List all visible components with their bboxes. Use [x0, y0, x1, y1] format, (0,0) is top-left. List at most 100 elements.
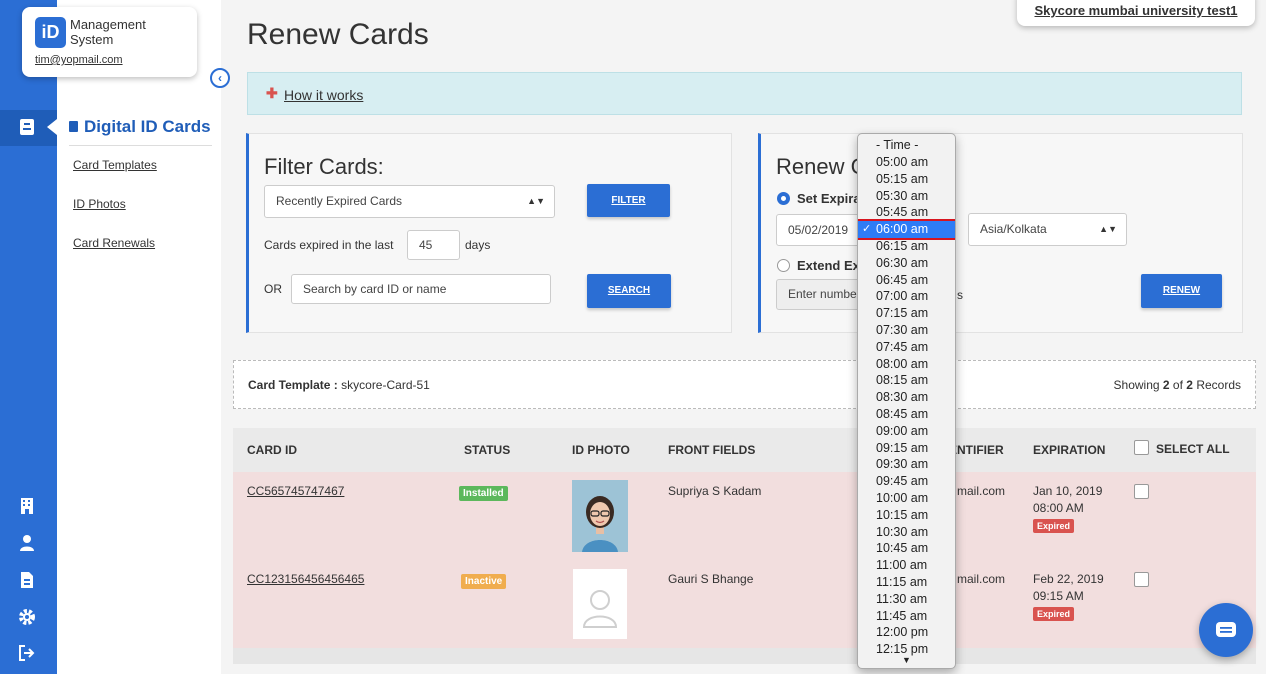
- collapse-sidebar-button[interactable]: ‹: [210, 68, 230, 88]
- template-value: skycore-Card-51: [341, 378, 430, 392]
- time-option[interactable]: 08:30 am: [858, 389, 955, 406]
- time-option[interactable]: 09:00 am: [858, 423, 955, 440]
- time-option[interactable]: 05:15 am: [858, 171, 955, 188]
- or-label: OR: [264, 282, 282, 296]
- header-select-all[interactable]: SELECT ALL: [1156, 442, 1230, 456]
- timezone-value: Asia/Kolkata: [980, 222, 1047, 236]
- timezone-select[interactable]: Asia/Kolkata ▲▼: [968, 213, 1127, 246]
- time-option[interactable]: 10:45 am: [858, 540, 955, 557]
- organization-link[interactable]: Skycore mumbai university test1: [1017, 0, 1255, 26]
- time-option[interactable]: 10:15 am: [858, 507, 955, 524]
- time-option[interactable]: 12:00 pm: [858, 624, 955, 641]
- expiration-date: Jan 10, 2019: [1033, 484, 1103, 498]
- time-option[interactable]: 06:45 am: [858, 272, 955, 289]
- header-expiration[interactable]: EXPIRATION: [1033, 443, 1105, 457]
- time-option[interactable]: 08:00 am: [858, 356, 955, 373]
- status-badge: Inactive: [461, 574, 507, 589]
- time-option[interactable]: 11:45 am: [858, 608, 955, 625]
- set-expiration-label: Set Expira: [797, 191, 861, 206]
- time-option[interactable]: 09:45 am: [858, 473, 955, 490]
- set-expiration-radio[interactable]: [777, 192, 790, 205]
- records-count: Showing 2 of 2 Records: [1114, 378, 1241, 392]
- extend-number-input[interactable]: Enter numbe: [776, 279, 866, 310]
- filter-button[interactable]: FILTER: [587, 184, 670, 217]
- time-option[interactable]: 07:45 am: [858, 339, 955, 356]
- user-icon[interactable]: [17, 534, 37, 554]
- showing-suffix: Records: [1196, 378, 1241, 392]
- how-it-works-bar[interactable]: ✚ How it works: [247, 72, 1242, 115]
- table-footer-strip: [233, 648, 1256, 664]
- front-fields: Gauri S Bhange: [668, 572, 754, 586]
- placeholder-photo-icon[interactable]: [573, 569, 627, 639]
- select-arrows-icon: ▲▼: [1099, 224, 1117, 234]
- time-option[interactable]: 09:30 am: [858, 456, 955, 473]
- row-select-checkbox[interactable]: [1134, 572, 1149, 587]
- logout-icon[interactable]: [17, 645, 37, 665]
- template-info: Card Template : skycore-Card-51: [248, 378, 430, 392]
- time-option[interactable]: 11:30 am: [858, 591, 955, 608]
- sidebar-link-card-renewals[interactable]: Card Renewals: [73, 236, 155, 250]
- search-button[interactable]: SEARCH: [587, 274, 671, 308]
- time-option[interactable]: 08:45 am: [858, 406, 955, 423]
- time-dropdown-list[interactable]: - Time - 05:00 am 05:15 am 05:30 am 05:45 a…: [857, 133, 956, 669]
- renew-button[interactable]: RENEW: [1141, 274, 1222, 308]
- scroll-down-icon[interactable]: ▼: [902, 655, 911, 665]
- header-front-fields[interactable]: FRONT FIELDS: [668, 443, 755, 457]
- document-icon[interactable]: [17, 571, 37, 591]
- sidebar-link-id-photos[interactable]: ID Photos: [73, 197, 126, 211]
- expiration-date-input[interactable]: 05/02/2019: [776, 214, 866, 246]
- id-photo[interactable]: [572, 480, 628, 552]
- building-icon[interactable]: [17, 497, 37, 517]
- how-it-works-link[interactable]: How it works: [284, 87, 363, 103]
- time-option[interactable]: 11:00 am: [858, 557, 955, 574]
- expiration-time: 09:15 AM: [1033, 589, 1084, 603]
- days-input[interactable]: 45: [407, 230, 460, 260]
- card-id-link[interactable]: CC123156456456465: [247, 572, 364, 586]
- expired-badge: Expired: [1033, 519, 1075, 533]
- time-option[interactable]: 06:15 am: [858, 238, 955, 255]
- card-id-link[interactable]: CC565745747467: [247, 484, 344, 498]
- header-status[interactable]: STATUS: [464, 443, 510, 457]
- extend-expiration-radio[interactable]: [777, 259, 790, 272]
- showing-of: of: [1172, 378, 1183, 392]
- time-option[interactable]: 09:15 am: [858, 440, 955, 457]
- time-option[interactable]: 07:15 am: [858, 305, 955, 322]
- time-option[interactable]: 11:15 am: [858, 574, 955, 591]
- gear-icon[interactable]: [17, 608, 37, 628]
- header-identifier[interactable]: ENTIFIER: [949, 443, 1004, 457]
- time-option[interactable]: 10:00 am: [858, 490, 955, 507]
- id-card-mini-icon: [69, 121, 78, 132]
- user-email-link[interactable]: tim@yopmail.com: [35, 54, 123, 66]
- logo-line-1: Management: [70, 17, 146, 32]
- select-arrows-icon: ▲▼: [527, 196, 545, 206]
- time-option[interactable]: 07:30 am: [858, 322, 955, 339]
- row-select-checkbox[interactable]: [1134, 484, 1149, 499]
- plus-icon: ✚: [266, 85, 278, 101]
- sidebar-title: Digital ID Cards: [69, 117, 211, 137]
- select-all-checkbox[interactable]: [1134, 440, 1149, 455]
- search-input[interactable]: Search by card ID or name: [291, 274, 551, 304]
- time-option[interactable]: 08:15 am: [858, 372, 955, 389]
- renew-title: Renew C: [776, 154, 867, 179]
- id-card-icon[interactable]: [17, 118, 37, 138]
- extend-unit-label: s: [957, 288, 963, 302]
- time-option[interactable]: 10:30 am: [858, 524, 955, 541]
- identifier: mail.com: [957, 572, 1006, 586]
- filter-select[interactable]: Recently Expired Cards ▲▼: [264, 185, 555, 218]
- time-option[interactable]: 05:30 am: [858, 188, 955, 205]
- time-option[interactable]: 06:30 am: [858, 255, 955, 272]
- icon-rail: [0, 0, 57, 674]
- time-option[interactable]: ✓ 06:00 am: [858, 219, 955, 241]
- sidebar-link-card-templates[interactable]: Card Templates: [73, 158, 157, 172]
- logo-text: Management System: [70, 17, 146, 47]
- time-option[interactable]: 05:45 am: [858, 204, 955, 221]
- showing-total: 2: [1186, 378, 1193, 392]
- chat-button[interactable]: [1199, 603, 1253, 657]
- header-id-photo[interactable]: ID PHOTO: [572, 443, 630, 457]
- template-bar: Card Template : skycore-Card-51 Showing …: [233, 360, 1256, 409]
- time-option[interactable]: 05:00 am: [858, 154, 955, 171]
- expiration-time: 08:00 AM: [1033, 501, 1084, 515]
- time-option-header[interactable]: - Time -: [858, 137, 955, 154]
- header-card-id[interactable]: CARD ID: [247, 443, 297, 457]
- time-option[interactable]: 07:00 am: [858, 288, 955, 305]
